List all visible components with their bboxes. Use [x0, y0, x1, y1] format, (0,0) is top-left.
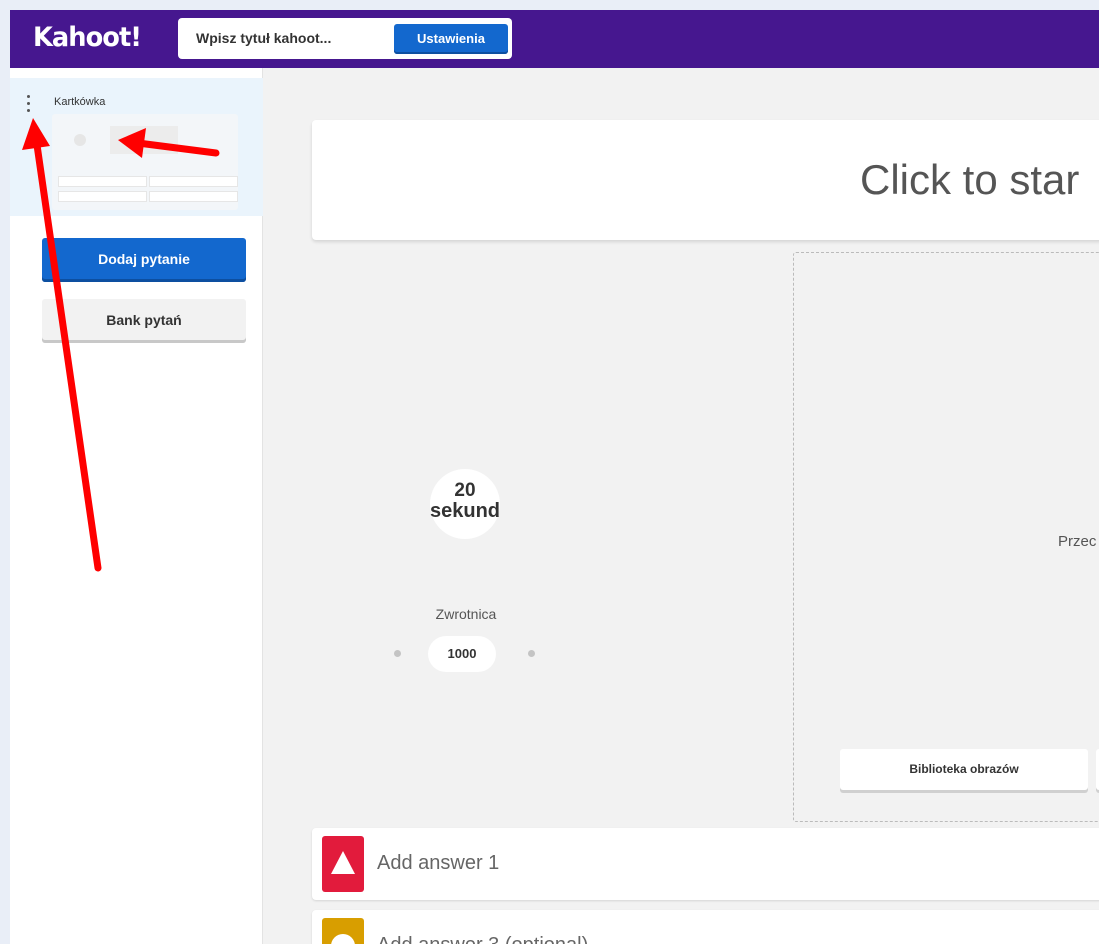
annotation-arrow-horizontal: [118, 128, 220, 158]
annotation-arrows: [22, 118, 220, 572]
annotation-arrow-vertical: [22, 118, 102, 572]
